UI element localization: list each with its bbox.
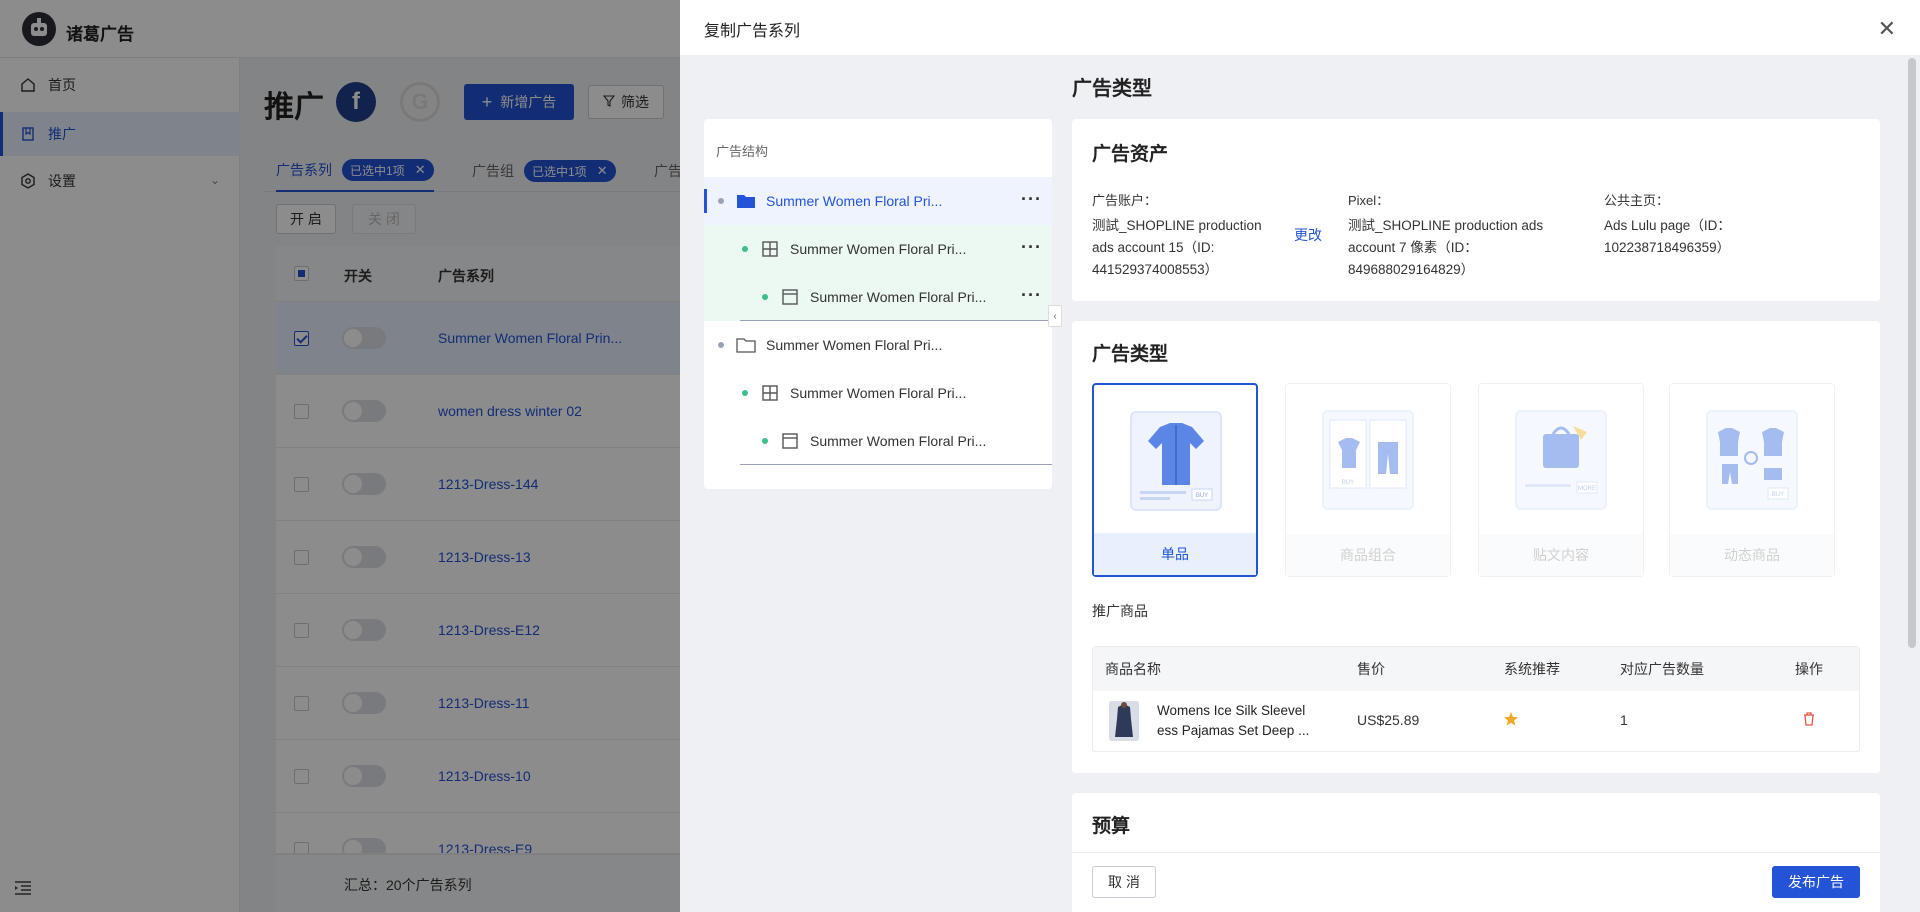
buy-badge: BUY [1196, 493, 1208, 499]
tree-node-ad[interactable]: Summer Women Floral Pri... [704, 417, 1052, 465]
star-icon [1503, 711, 1519, 727]
tree-node-adset[interactable]: Summer Women Floral Pri... [704, 369, 1052, 417]
grid-icon [760, 384, 780, 402]
card-title: 预算 [1092, 816, 1131, 837]
ad-assets-card: 广告资产 广告账户： 测試_SHOPLINE production ads ac… [1072, 119, 1880, 301]
pixel-value: 测試_SHOPLINE production ads account 7 像素（… [1348, 218, 1544, 277]
column-header: 操作 [1795, 661, 1823, 677]
ad-type-label: 贴文内容 [1479, 534, 1643, 576]
more-icon[interactable]: ··· [1021, 189, 1042, 210]
dynamic-product-illustration: BUY [1706, 410, 1798, 510]
ad-type-option-dynamic[interactable]: BUY 动态商品 [1669, 383, 1835, 577]
ad-structure-tree: 广告结构 Summer Women Floral Pri... ··· Summ… [704, 119, 1062, 489]
ad-page-icon [780, 288, 800, 306]
column-header: 售价 [1357, 661, 1385, 677]
page-value: Ads Lulu page（ID：102238718496359） [1604, 218, 1731, 255]
more-icon[interactable]: ··· [1021, 237, 1042, 258]
tree-node-adset[interactable]: Summer Women Floral Pri... ··· [704, 225, 1052, 273]
ad-type-option-collection[interactable]: BUY 商品组合 [1285, 383, 1451, 577]
tree-dot [718, 342, 724, 348]
product-name: Womens Ice Silk Sleevel ess Pajamas Set … [1157, 701, 1327, 741]
tree-dot [762, 294, 768, 300]
ad-count: 1 [1620, 712, 1628, 728]
tree-dot [718, 198, 724, 204]
ad-page-icon [780, 432, 800, 450]
column-header: 对应广告数量 [1620, 661, 1704, 677]
more-badge: MORE [1578, 486, 1596, 492]
product-name-line: ess Pajamas Set Deep ... [1157, 723, 1310, 738]
more-icon[interactable]: ··· [1021, 285, 1042, 306]
ad-type-option-single[interactable]: BUY 单品 [1092, 383, 1258, 577]
column-header: 系统推荐 [1504, 661, 1560, 677]
tree-dot [742, 390, 748, 396]
cancel-button[interactable]: 取 消 [1092, 866, 1156, 898]
tree-dot [762, 438, 768, 444]
product-price: US$25.89 [1357, 712, 1420, 728]
products-label: 推广商品 [1092, 603, 1148, 619]
tree-dot [742, 246, 748, 252]
page-label: 公共主页： [1604, 193, 1670, 208]
single-product-illustration: BUY [1130, 411, 1222, 511]
collection-illustration: BUY [1322, 410, 1414, 510]
buy-badge: BUY [1342, 480, 1354, 486]
tree-node-label: Summer Women Floral Pri... [810, 433, 987, 449]
tree-node-label: Summer Women Floral Pri... [790, 241, 967, 257]
change-account-link[interactable]: 更改 [1294, 225, 1322, 245]
drawer-footer: 取 消 发布广告 [1072, 852, 1880, 912]
card-title: 广告资产 [1092, 144, 1169, 165]
grid-icon [760, 240, 780, 258]
table-row: Womens Ice Silk Sleevel ess Pajamas Set … [1093, 691, 1859, 751]
tree-node-campaign[interactable]: Summer Women Floral Pri... ··· [704, 177, 1052, 225]
ad-type-option-post[interactable]: MORE 贴文内容 [1478, 383, 1644, 577]
section-heading: 广告类型 [1072, 78, 1152, 100]
cancel-label: 取 消 [1108, 874, 1140, 890]
product-thumbnail [1109, 701, 1139, 741]
drawer-header: 复制广告系列 ✕ [680, 0, 1920, 55]
ad-type-label: 动态商品 [1670, 534, 1834, 576]
close-icon[interactable]: ✕ [1878, 16, 1896, 42]
delete-icon[interactable] [1801, 711, 1817, 727]
pixel-label: Pixel： [1348, 193, 1390, 208]
ad-type-label: 商品组合 [1286, 534, 1450, 576]
folder-filled-icon [736, 192, 756, 210]
account-label: 广告账户： [1092, 193, 1158, 208]
tree-node-label: Summer Women Floral Pri... [766, 193, 943, 209]
tree-node-ad[interactable]: Summer Women Floral Pri... ··· [704, 273, 1052, 321]
tree-node-label: Summer Women Floral Pri... [766, 337, 943, 353]
product-name-line: Womens Ice Silk Sleevel [1157, 703, 1306, 718]
tree-node-label: Summer Women Floral Pri... [810, 289, 987, 305]
products-table: 商品名称 售价 系统推荐 对应广告数量 操作 Womens Ice Silk S… [1092, 646, 1860, 752]
card-title: 广告类型 [1092, 344, 1169, 365]
column-header: 商品名称 [1105, 661, 1161, 677]
account-value: 测試_SHOPLINE production ads account 15（ID… [1092, 218, 1262, 277]
drawer-title: 复制广告系列 [704, 23, 801, 40]
publish-button[interactable]: 发布广告 [1772, 866, 1860, 898]
products-table-header [1093, 647, 1859, 691]
tree-node-label: Summer Women Floral Pri... [790, 385, 967, 401]
folder-icon [736, 336, 756, 354]
publish-label: 发布广告 [1788, 874, 1844, 890]
ad-type-label: 单品 [1094, 533, 1256, 575]
scrollbar[interactable] [1908, 58, 1916, 648]
tree-node-campaign[interactable]: Summer Women Floral Pri... [704, 321, 1052, 369]
buy-badge: BUY [1772, 492, 1784, 498]
post-content-illustration: MORE [1515, 410, 1607, 510]
tree-heading: 广告结构 [716, 144, 769, 159]
